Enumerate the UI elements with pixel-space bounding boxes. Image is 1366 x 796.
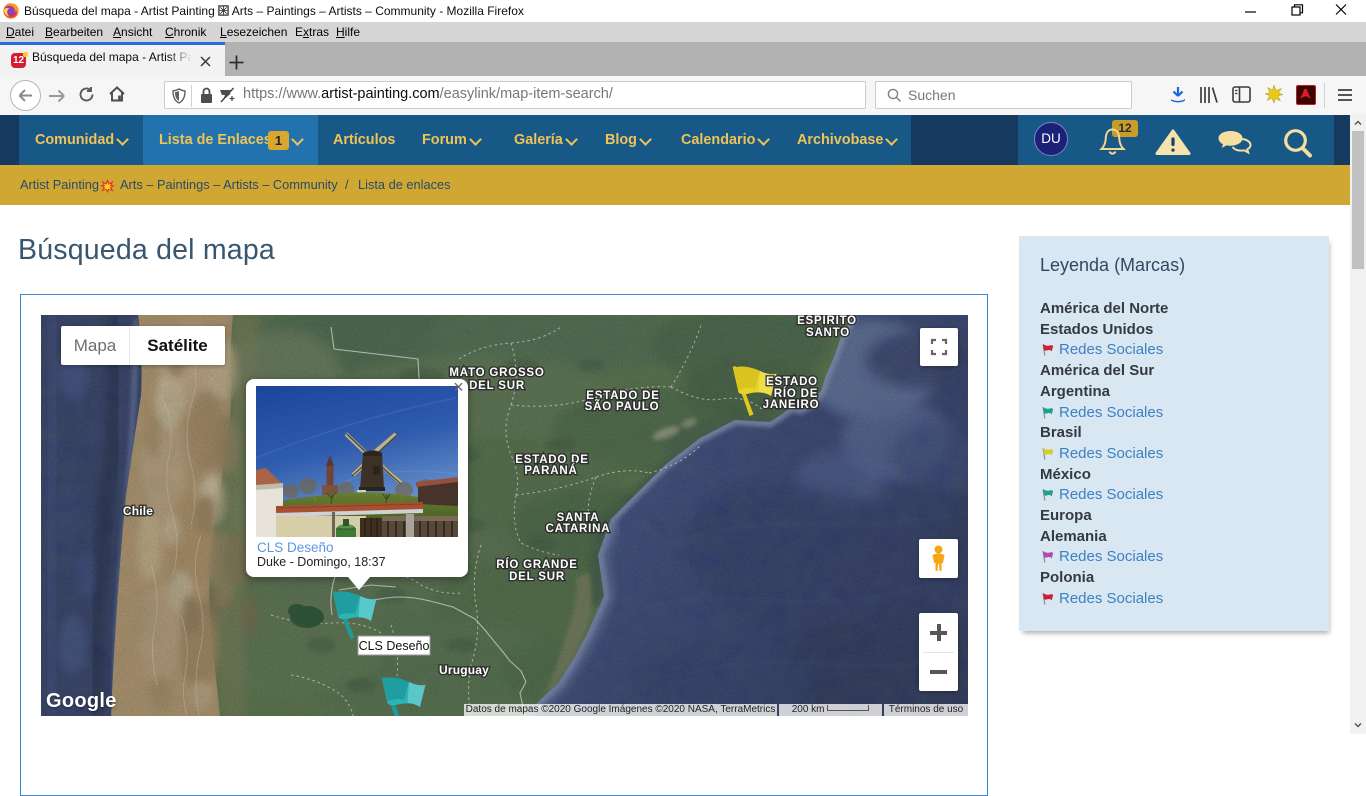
svg-text:ESPIRITO: ESPIRITO	[797, 315, 857, 327]
svg-text:Uruguay: Uruguay	[439, 663, 489, 677]
svg-text:DEL SUR: DEL SUR	[509, 571, 565, 583]
svg-text:CATARINA: CATARINA	[546, 523, 611, 535]
svg-text:RÍO GRANDE: RÍO GRANDE	[496, 558, 577, 571]
svg-text:Chile: Chile	[123, 504, 153, 518]
svg-text:JANEIRO: JANEIRO	[763, 399, 820, 411]
svg-text:DEL SUR: DEL SUR	[469, 380, 525, 392]
svg-text:SANTO: SANTO	[806, 327, 850, 339]
svg-text:CLS Deseño: CLS Deseño	[359, 639, 430, 653]
svg-text:ESTADO: ESTADO	[766, 376, 818, 388]
svg-text:SÃO PAULO: SÃO PAULO	[585, 400, 660, 413]
svg-text:PARANÁ: PARANÁ	[524, 464, 577, 477]
